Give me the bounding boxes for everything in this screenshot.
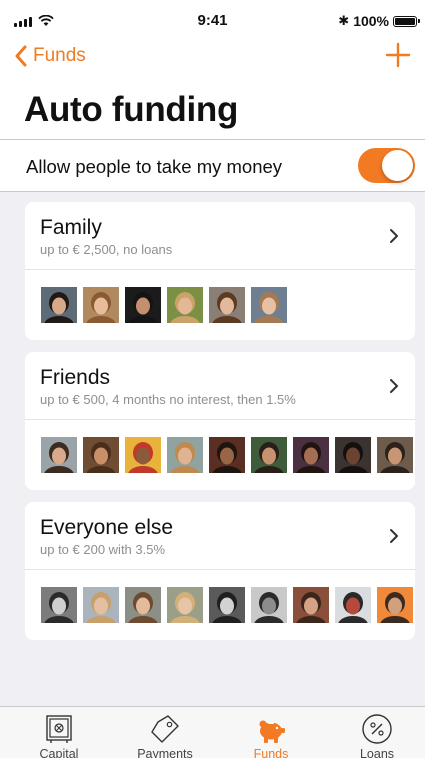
avatar[interactable] [293, 437, 329, 473]
group-title: Family [40, 216, 102, 239]
back-label: Funds [33, 45, 86, 66]
avatar[interactable] [377, 587, 413, 623]
page-title: Auto funding [24, 90, 239, 129]
group-card-everyone-else: Everyone else up to € 200 with 3.5% [25, 502, 415, 640]
battery-percent: 100% [353, 13, 389, 29]
group-title: Friends [40, 366, 111, 389]
avatar[interactable] [125, 437, 161, 473]
avatar-photo [251, 287, 287, 323]
avatar-row [41, 437, 413, 473]
back-button[interactable]: Funds [14, 45, 86, 67]
avatar-row [41, 587, 413, 623]
chevron-right-icon [390, 229, 398, 243]
status-bar: 9:41 ✱ 100% [0, 0, 425, 40]
group-title: Everyone else [40, 516, 174, 539]
title-area: Auto funding [0, 88, 425, 140]
tab-bar: Capital Payments Funds Loans [0, 706, 425, 758]
avatar-photo [41, 287, 77, 323]
bluetooth-icon: ✱ [338, 13, 350, 28]
avatar-photo [377, 587, 413, 623]
tab-label: Loans [359, 747, 395, 758]
group-header-everyone-else[interactable]: Everyone else up to € 200 with 3.5% [25, 502, 415, 570]
safe-icon [46, 715, 72, 743]
avatar[interactable] [167, 437, 203, 473]
avatar[interactable] [125, 587, 161, 623]
avatar-photo [251, 587, 287, 623]
tag-icon [151, 715, 179, 743]
tab-label: Payments [137, 747, 193, 758]
avatar-photo [167, 587, 203, 623]
percent-icon [362, 714, 392, 744]
avatar-row [41, 287, 287, 323]
avatar[interactable] [209, 287, 245, 323]
status-right: ✱ 100% [338, 13, 420, 29]
avatar-photo [41, 437, 77, 473]
toggle-knob [382, 150, 413, 181]
chevron-right-icon [390, 529, 398, 543]
group-card-family: Family up to € 2,500, no loans [25, 202, 415, 340]
avatar-photo [167, 287, 203, 323]
avatar[interactable] [167, 587, 203, 623]
group-card-friends: Friends up to € 500, 4 months no interes… [25, 352, 415, 490]
chevron-left-icon [15, 45, 27, 67]
avatar[interactable] [377, 437, 413, 473]
plus-icon[interactable] [385, 42, 411, 68]
avatar-photo [209, 287, 245, 323]
avatar-photo [83, 437, 119, 473]
avatar[interactable] [41, 437, 77, 473]
avatar[interactable] [251, 587, 287, 623]
avatar[interactable] [251, 437, 287, 473]
avatar-photo [335, 587, 371, 623]
group-subtitle: up to € 500, 4 months no interest, then … [40, 392, 296, 407]
avatar[interactable] [83, 587, 119, 623]
avatar[interactable] [209, 587, 245, 623]
avatar-photo [251, 437, 287, 473]
chevron-right-icon [390, 379, 398, 393]
avatar-photo [209, 437, 245, 473]
avatar[interactable] [335, 587, 371, 623]
avatar-photo [83, 287, 119, 323]
group-subtitle: up to € 2,500, no loans [40, 242, 173, 257]
avatar-photo [125, 437, 161, 473]
tab-label: Capital [39, 747, 79, 758]
tab-loans[interactable]: Loans [324, 707, 425, 758]
allow-toggle-row: Allow people to take my money [0, 140, 425, 192]
group-header-friends[interactable]: Friends up to € 500, 4 months no interes… [25, 352, 415, 420]
avatar-photo [83, 587, 119, 623]
avatar[interactable] [41, 587, 77, 623]
piggy-bank-icon [259, 720, 285, 743]
avatar-photo [209, 587, 245, 623]
allow-toggle-switch[interactable] [358, 148, 415, 183]
avatar-photo [125, 287, 161, 323]
group-subtitle: up to € 200 with 3.5% [40, 542, 166, 557]
tab-payments[interactable]: Payments [112, 707, 218, 758]
avatar-photo [125, 587, 161, 623]
toggle-label: Allow people to take my money [26, 156, 283, 177]
battery-icon [393, 15, 420, 27]
avatar[interactable] [293, 587, 329, 623]
avatar-photo [167, 437, 203, 473]
avatar[interactable] [125, 287, 161, 323]
navigation-bar: Funds [0, 40, 425, 88]
avatar-photo [377, 437, 413, 473]
avatar[interactable] [83, 437, 119, 473]
tab-capital[interactable]: Capital [6, 707, 112, 758]
avatar-photo [41, 587, 77, 623]
avatar-photo [293, 437, 329, 473]
avatar-photo [293, 587, 329, 623]
avatar[interactable] [209, 437, 245, 473]
avatar[interactable] [335, 437, 371, 473]
avatar[interactable] [251, 287, 287, 323]
tab-funds[interactable]: Funds [218, 707, 324, 758]
avatar-photo [335, 437, 371, 473]
avatar[interactable] [83, 287, 119, 323]
avatar[interactable] [167, 287, 203, 323]
group-header-family[interactable]: Family up to € 2,500, no loans [25, 202, 415, 270]
avatar[interactable] [41, 287, 77, 323]
tab-label: Funds [253, 747, 289, 758]
